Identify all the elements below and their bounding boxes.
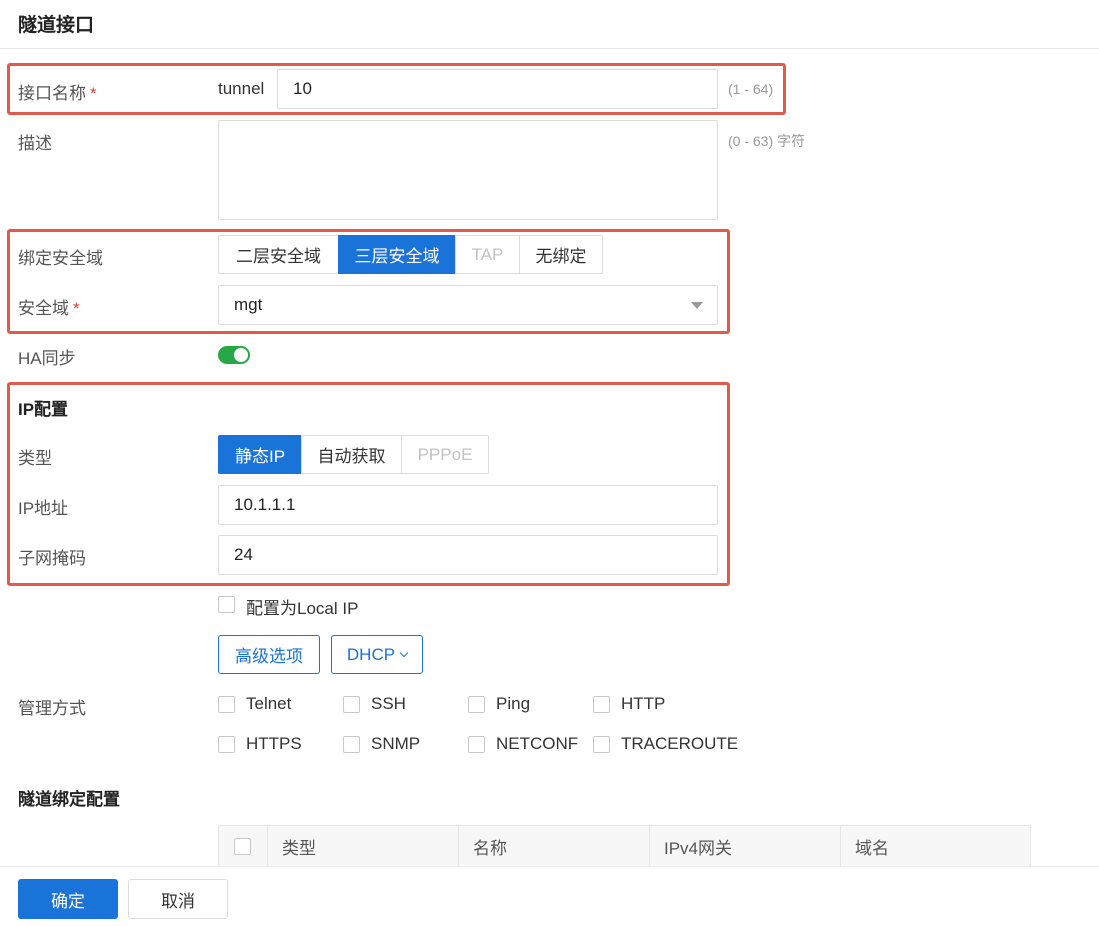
ip-address-label: IP地址 <box>18 499 69 518</box>
netmask-label: 子网掩码 <box>18 549 86 568</box>
select-all-cell <box>219 826 267 866</box>
zone-select-value: mgt <box>234 295 263 314</box>
mgmt-netconf-checkbox[interactable] <box>468 736 485 753</box>
ip-config-title: IP配置 <box>18 400 69 419</box>
mgmt-traceroute-checkbox[interactable] <box>593 736 610 753</box>
interface-name-hint: (1 - 64) <box>728 81 774 97</box>
footer-bar: 确定 取消 <box>0 866 1099 926</box>
ha-sync-label: HA同步 <box>18 349 76 368</box>
management-label: 管理方式 <box>18 699 86 718</box>
ha-sync-toggle[interactable] <box>218 346 250 364</box>
tunnel-binding-table-header: 类型 名称 IPv4网关 域名 <box>218 825 1031 867</box>
ip-address-value: 10.1.1.1 <box>234 495 296 514</box>
bind-zone-option-tap: TAP <box>455 235 520 274</box>
ip-type-option-static[interactable]: 静态IP <box>218 435 302 474</box>
mgmt-snmp-checkbox[interactable] <box>343 736 360 753</box>
interface-name-input[interactable]: 10 <box>277 69 718 109</box>
bind-zone-label: 绑定安全域 <box>18 249 103 268</box>
select-all-checkbox[interactable] <box>234 837 251 855</box>
chevron-down-icon <box>399 648 409 657</box>
cancel-button[interactable]: 取消 <box>128 879 228 919</box>
ip-type-label: 类型 <box>18 449 52 468</box>
mgmt-traceroute-label: TRACEROUTE <box>621 734 739 753</box>
title-divider <box>0 48 1099 49</box>
column-header[interactable]: 域名 <box>840 826 1030 866</box>
mgmt-telnet-checkbox[interactable] <box>218 696 235 713</box>
description-textarea[interactable] <box>218 120 718 220</box>
mgmt-ping-label: Ping <box>496 694 531 713</box>
bind-zone-option-l3[interactable]: 三层安全域 <box>338 235 456 274</box>
interface-name-value: 10 <box>293 79 312 98</box>
description-hint: (0 - 63) 字符 <box>728 133 806 149</box>
mgmt-netconf-label: NETCONF <box>496 734 579 753</box>
interface-name-label: 接口名称 * <box>18 84 97 103</box>
ip-type-option-pppoe: PPPoE <box>401 435 489 474</box>
required-mark: * <box>90 84 97 103</box>
mgmt-http-checkbox[interactable] <box>593 696 610 713</box>
column-header[interactable]: IPv4网关 <box>649 826 840 866</box>
required-mark: * <box>73 299 80 318</box>
mgmt-http-label: HTTP <box>621 694 666 713</box>
mgmt-ssh-label: SSH <box>371 694 406 713</box>
toggle-knob <box>234 348 248 362</box>
advanced-options-button[interactable]: 高级选项 <box>218 635 320 674</box>
ok-button[interactable]: 确定 <box>18 879 118 919</box>
mgmt-ping-checkbox[interactable] <box>468 696 485 713</box>
ip-type-segmented: 静态IP 自动获取 PPPoE <box>218 435 489 474</box>
bind-zone-option-none[interactable]: 无绑定 <box>519 235 603 274</box>
ip-type-option-dhcp[interactable]: 自动获取 <box>301 435 402 474</box>
tunnel-binding-title: 隧道绑定配置 <box>18 790 120 809</box>
zone-label: 安全域 * <box>18 299 80 318</box>
description-label: 描述 <box>18 134 52 153</box>
mgmt-telnet-label: Telnet <box>246 694 292 713</box>
bind-zone-option-l2[interactable]: 二层安全域 <box>218 235 339 274</box>
bind-zone-segmented: 二层安全域 三层安全域 TAP 无绑定 <box>218 235 603 274</box>
mgmt-ssh-checkbox[interactable] <box>343 696 360 713</box>
mgmt-https-label: HTTPS <box>246 734 302 753</box>
dhcp-dropdown-button[interactable]: DHCP <box>331 635 423 674</box>
netmask-input[interactable]: 24 <box>218 535 718 575</box>
mgmt-snmp-label: SNMP <box>371 734 421 753</box>
chevron-down-icon <box>691 302 703 309</box>
ip-address-input[interactable]: 10.1.1.1 <box>218 485 718 525</box>
column-header[interactable]: 类型 <box>267 826 458 866</box>
page-title: 隧道接口 <box>18 15 95 36</box>
interface-name-prefix: tunnel <box>218 79 265 98</box>
zone-select[interactable]: mgt <box>218 285 718 325</box>
local-ip-checkbox[interactable] <box>218 596 235 613</box>
local-ip-label: 配置为Local IP <box>246 599 359 618</box>
netmask-value: 24 <box>234 545 253 564</box>
column-header[interactable]: 名称 <box>458 826 649 866</box>
mgmt-https-checkbox[interactable] <box>218 736 235 753</box>
